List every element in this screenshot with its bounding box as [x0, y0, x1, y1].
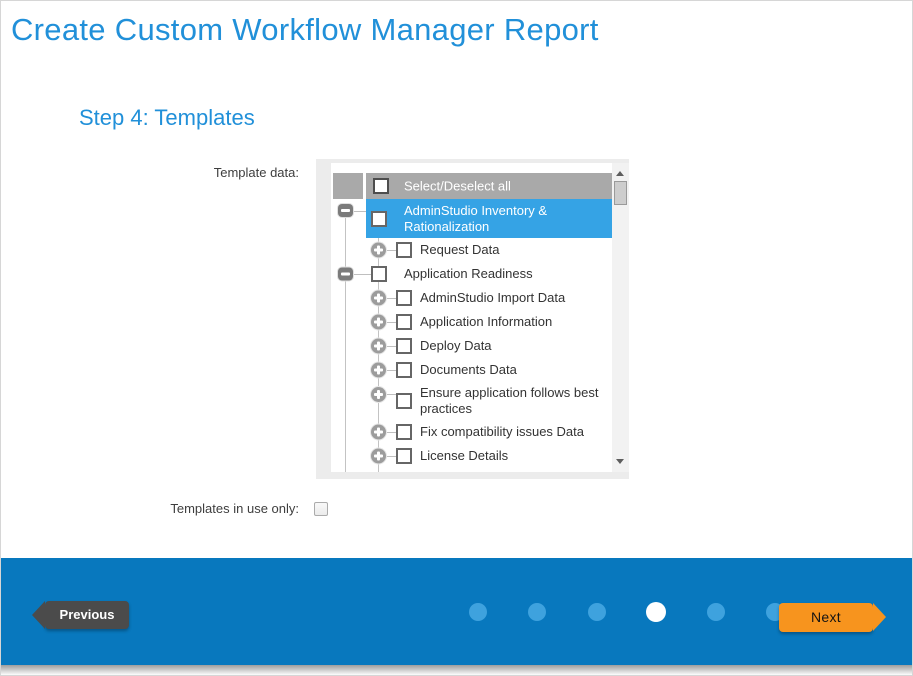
- tree-row-label: Documents Data: [420, 362, 517, 378]
- wizard-page: Create Custom Workflow Manager Report St…: [0, 0, 913, 676]
- expand-icon[interactable]: [371, 243, 386, 258]
- tree-row[interactable]: Request Data: [331, 238, 612, 262]
- tree-row[interactable]: Fix compatibility issues Data: [331, 420, 612, 444]
- expand-icon[interactable]: [371, 425, 386, 440]
- select-all-row[interactable]: Select/Deselect all: [366, 173, 612, 199]
- row-checkbox[interactable]: [371, 211, 387, 227]
- scrollbar[interactable]: [612, 163, 629, 472]
- template-tree: Select/Deselect all AdminStudio Inventor…: [316, 159, 629, 479]
- next-button[interactable]: Next: [779, 603, 873, 632]
- row-checkbox[interactable]: [396, 448, 412, 464]
- tree-row[interactable]: AdminStudio Inventory & Rationalization: [331, 199, 612, 238]
- row-checkbox[interactable]: [396, 424, 412, 440]
- tree-panel: Select/Deselect all AdminStudio Inventor…: [331, 163, 612, 472]
- step-dot: [528, 603, 546, 621]
- tree-header: Select/Deselect all: [331, 173, 612, 199]
- step-heading: Step 4: Templates: [79, 105, 255, 131]
- previous-button-label: Previous: [60, 607, 115, 622]
- expand-icon[interactable]: [371, 363, 386, 378]
- row-checkbox[interactable]: [371, 266, 387, 282]
- row-checkbox[interactable]: [396, 314, 412, 330]
- expand-icon[interactable]: [371, 339, 386, 354]
- template-data-label: Template data:: [151, 165, 299, 180]
- scroll-thumb[interactable]: [614, 181, 627, 205]
- tree-row-label: Application Information: [420, 314, 552, 330]
- page-title: Create Custom Workflow Manager Report: [11, 12, 599, 48]
- row-checkbox[interactable]: [396, 242, 412, 258]
- collapse-icon[interactable]: [338, 268, 353, 281]
- row-checkbox[interactable]: [396, 290, 412, 306]
- templates-in-use-label: Templates in use only:: [151, 501, 299, 516]
- tree-row-label: AdminStudio Import Data: [420, 290, 565, 306]
- tree-row-label: License Details: [420, 448, 508, 464]
- tree-row-label: Request Data: [420, 242, 500, 258]
- row-checkbox[interactable]: [396, 393, 412, 409]
- tree-row-label: AdminStudio Inventory & Rationalization: [404, 203, 582, 235]
- page-shadow: [1, 665, 912, 675]
- tree-header-spacer: [333, 173, 363, 199]
- tree-row[interactable]: Documents Data: [331, 358, 612, 382]
- tree-row[interactable]: Ensure application follows best practice…: [331, 382, 612, 420]
- row-checkbox[interactable]: [396, 362, 412, 378]
- step-dot: [707, 603, 725, 621]
- select-all-checkbox[interactable]: [373, 178, 389, 194]
- collapse-icon[interactable]: [338, 204, 353, 217]
- wizard-footer: Previous Next: [1, 558, 912, 665]
- tree-row[interactable]: AdminStudio Import Data: [331, 286, 612, 310]
- tree-row-label: Deploy Data: [420, 338, 492, 354]
- expand-icon[interactable]: [371, 291, 386, 306]
- previous-button[interactable]: Previous: [45, 601, 129, 629]
- scroll-up-icon[interactable]: [616, 171, 624, 176]
- next-button-label: Next: [811, 609, 841, 625]
- tree-row-label: Ensure application follows best practice…: [420, 385, 610, 417]
- expand-icon[interactable]: [371, 315, 386, 330]
- select-all-label: Select/Deselect all: [404, 179, 511, 194]
- tree-body: AdminStudio Inventory & Rationalization …: [331, 199, 612, 472]
- scroll-down-icon[interactable]: [616, 459, 624, 464]
- step-dot: [588, 603, 606, 621]
- expand-icon[interactable]: [371, 387, 386, 402]
- expand-icon[interactable]: [371, 449, 386, 464]
- tree-row[interactable]: Deploy Data: [331, 334, 612, 358]
- tree-row[interactable]: Application Information: [331, 310, 612, 334]
- step-dot: [469, 603, 487, 621]
- templates-in-use-checkbox[interactable]: [314, 502, 328, 516]
- row-checkbox[interactable]: [396, 338, 412, 354]
- tree-row[interactable]: Application Readiness: [331, 262, 612, 286]
- tree-row-label: Application Readiness: [404, 266, 533, 282]
- tree-row-label: Fix compatibility issues Data: [420, 424, 584, 440]
- step-dot-active: [646, 602, 666, 622]
- tree-row[interactable]: License Details: [331, 444, 612, 468]
